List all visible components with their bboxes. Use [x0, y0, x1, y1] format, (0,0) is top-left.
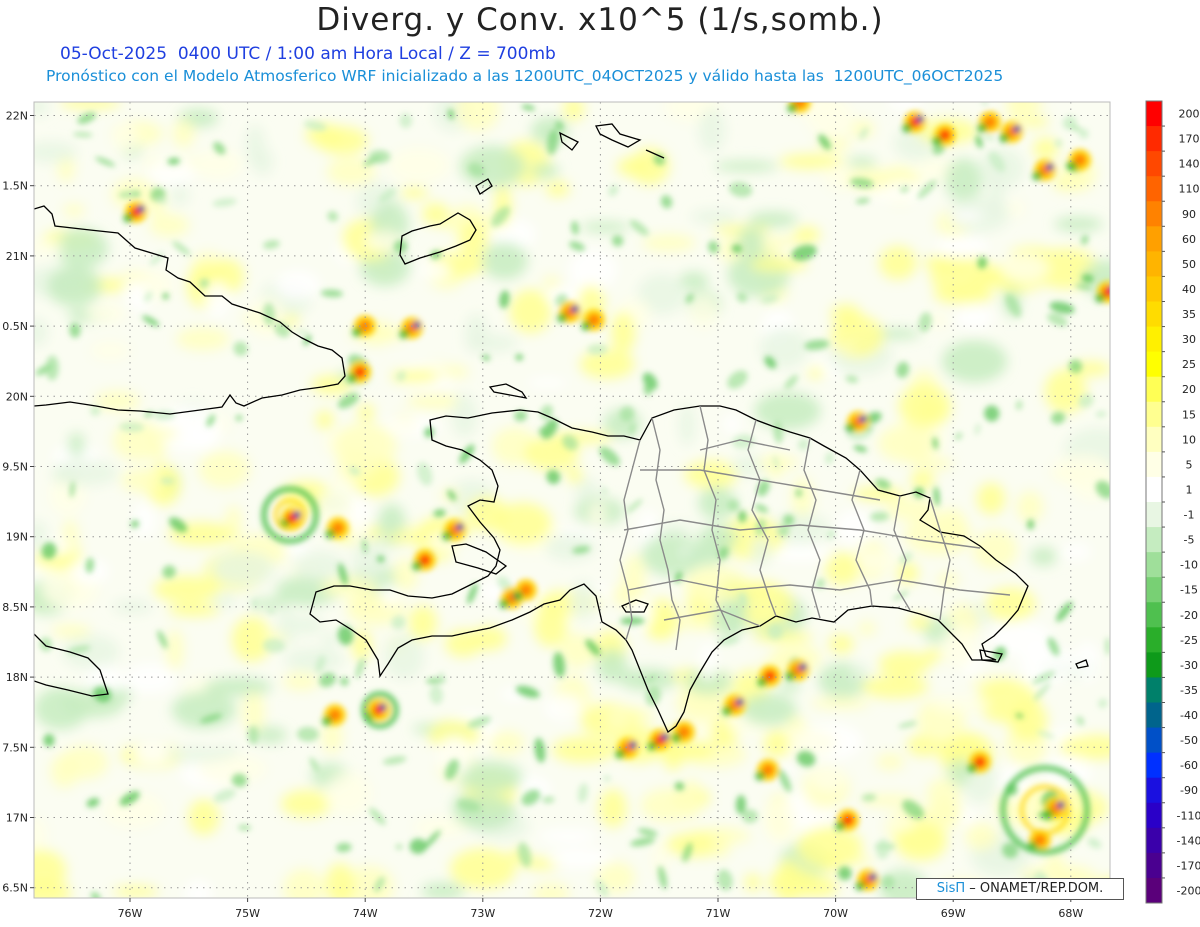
lon-tick-label: 74W — [353, 907, 378, 920]
lon-tick-label: 69W — [941, 907, 966, 920]
colorbar-swatch — [1146, 777, 1162, 804]
credit-org: – ONAMET/REP.DOM. — [969, 881, 1104, 896]
colorbar-swatch — [1146, 326, 1162, 353]
colorbar-label: -5 — [1184, 534, 1195, 547]
colorbar-label: -110 — [1177, 809, 1200, 822]
colorbar-swatch — [1146, 727, 1162, 754]
colorbar-label: 35 — [1182, 308, 1196, 321]
colorbar-swatch — [1146, 351, 1162, 378]
colorbar-label: -50 — [1180, 734, 1198, 747]
colorbar-swatch — [1146, 476, 1162, 503]
colorbar-swatch — [1146, 752, 1162, 779]
colorbar-swatch — [1146, 827, 1162, 854]
lon-tick-label: 68W — [1058, 907, 1083, 920]
colorbar-label: -40 — [1180, 709, 1198, 722]
lat-tick-label: 21N — [6, 250, 28, 263]
colorbar-swatch — [1146, 702, 1162, 729]
lon-tick-label: 73W — [470, 907, 495, 920]
longitude-labels: 76W 75W 74W 73W 72W 71W 70W 69W 68W — [118, 898, 1083, 920]
colorbar-label: 110 — [1179, 183, 1200, 196]
colorbar-label: 40 — [1182, 283, 1196, 296]
lat-tick-label: 18N — [6, 671, 28, 684]
colorbar-label: -15 — [1180, 584, 1198, 597]
colorbar-swatch — [1146, 552, 1162, 578]
credit-box: SisΠ – ONAMET/REP.DOM. — [916, 878, 1124, 900]
colorbar-label: 90 — [1182, 208, 1196, 221]
colorbar-swatch — [1146, 276, 1162, 302]
colorbar-swatch — [1146, 176, 1162, 202]
colorbar-label: 1 — [1186, 483, 1193, 496]
colorbar-swatch — [1146, 426, 1162, 453]
colorbar-label: -1 — [1184, 509, 1195, 522]
colorbar-label: -30 — [1180, 659, 1198, 672]
colorbar-label: 30 — [1182, 333, 1196, 346]
colorbar-swatch — [1146, 126, 1162, 152]
colorbar: 200 170 140 110 90 60 50 40 35 30 25 20 15 10 5 1 -1 -5 -1… — [1145, 100, 1200, 904]
lat-tick-label: 0.5N — [2, 320, 28, 333]
colorbar-swatch — [1146, 602, 1162, 628]
colorbar-label: -90 — [1180, 784, 1198, 797]
colorbar-swatch — [1146, 627, 1162, 653]
lon-tick-label: 75W — [235, 907, 260, 920]
colorbar-label: -10 — [1180, 559, 1198, 572]
colorbar-swatch — [1146, 101, 1162, 127]
lon-tick-label: 70W — [823, 907, 848, 920]
divergence-field — [34, 102, 1110, 898]
colorbar-swatch — [1146, 451, 1162, 478]
colorbar-swatch — [1146, 251, 1162, 277]
colorbar-label: 60 — [1182, 233, 1196, 246]
latitude-labels: 22N 1.5N 21N 0.5N 20N 9.5N 19N 8.5N 18N 7.5N 17N 6.… — [2, 110, 34, 895]
colorbar-label: -200 — [1177, 884, 1200, 897]
forecast-map: 22N 1.5N 21N 0.5N 20N 9.5N 19N 8.5N 18N 7.5N 17N 6.… — [2, 100, 1200, 920]
lat-tick-label: 19N — [6, 531, 28, 544]
lat-tick-label: 9.5N — [2, 461, 28, 474]
lat-tick-label: 1.5N — [2, 180, 28, 193]
colorbar-label: 200 — [1179, 108, 1200, 121]
lat-tick-label: 7.5N — [2, 741, 28, 754]
colorbar-swatch — [1146, 527, 1162, 553]
colorbar-label: 50 — [1182, 258, 1196, 271]
colorbar-label: -25 — [1180, 634, 1198, 647]
colorbar-label: -140 — [1177, 834, 1200, 847]
lat-tick-label: 20N — [6, 390, 28, 403]
colorbar-swatch — [1146, 852, 1162, 879]
colorbar-swatch — [1146, 652, 1162, 678]
colorbar-swatch — [1146, 201, 1162, 227]
colorbar-swatch — [1146, 301, 1162, 328]
colorbar-swatch — [1146, 502, 1162, 528]
lon-tick-label: 71W — [706, 907, 731, 920]
lat-tick-label: 6.5N — [2, 882, 28, 895]
colorbar-label: 20 — [1182, 383, 1196, 396]
colorbar-label: -170 — [1177, 859, 1200, 872]
colorbar-swatch — [1146, 376, 1162, 403]
colorbar-swatch — [1146, 226, 1162, 252]
colorbar-label: 5 — [1186, 458, 1193, 471]
colorbar-label: -35 — [1180, 684, 1198, 697]
colorbar-swatch — [1146, 401, 1162, 428]
lat-tick-label: 22N — [6, 110, 28, 123]
lon-tick-label: 72W — [588, 907, 613, 920]
colorbar-label: -60 — [1180, 759, 1198, 772]
colorbar-label: 170 — [1179, 133, 1200, 146]
lon-tick-label: 76W — [118, 907, 143, 920]
lat-tick-label: 17N — [6, 812, 28, 825]
colorbar-swatch — [1146, 677, 1162, 703]
colorbar-swatch — [1146, 151, 1162, 177]
colorbar-label: 25 — [1182, 358, 1196, 371]
colorbar-swatch — [1146, 877, 1162, 904]
colorbar-label: 10 — [1182, 433, 1196, 446]
colorbar-label: -20 — [1180, 609, 1198, 622]
colorbar-label: 140 — [1179, 158, 1200, 171]
lat-tick-label: 8.5N — [2, 601, 28, 614]
colorbar-swatch — [1146, 577, 1162, 603]
credit-brand: SisΠ — [936, 881, 966, 896]
colorbar-label: 15 — [1182, 408, 1196, 421]
colorbar-swatch — [1146, 802, 1162, 829]
